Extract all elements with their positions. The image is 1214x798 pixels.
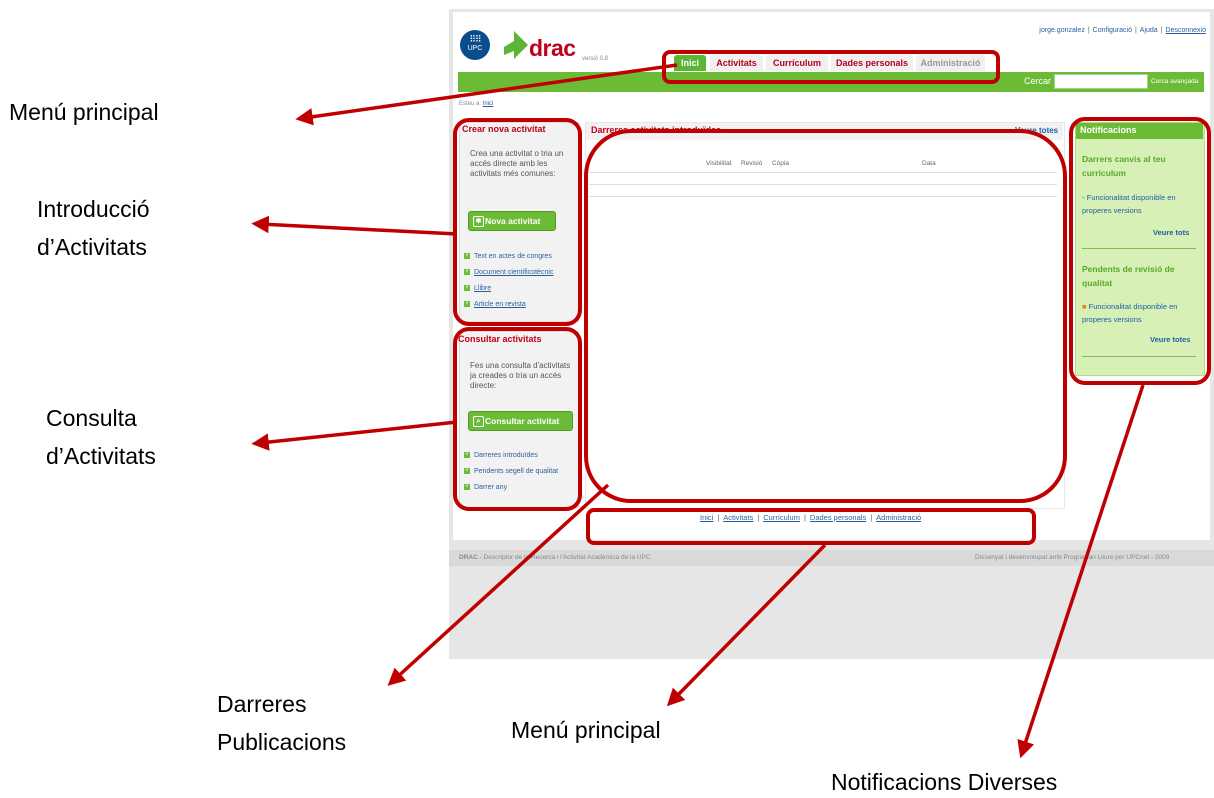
arrow-darreres	[387, 483, 610, 686]
label-introduccio-2: d’Activitats	[37, 234, 147, 260]
label-darreres-1: Darreres	[217, 691, 307, 717]
label-introduccio-1: Introducció	[37, 196, 150, 222]
annotation-overlay	[251, 50, 1211, 759]
arrow-intro	[251, 215, 458, 236]
label-consulta-1: Consulta	[46, 405, 137, 431]
arrow-menu-top	[295, 63, 678, 126]
label-darreres-2: Publicacions	[217, 729, 347, 755]
arrow-menu-bottom	[666, 543, 827, 707]
label-notificacions: Notificacions Diverses	[831, 769, 1058, 795]
notif-outline	[1069, 117, 1211, 385]
recent-outline	[584, 129, 1067, 503]
arrow-notif	[1017, 384, 1145, 759]
label-menu-principal-bottom: Menú principal	[511, 717, 661, 743]
label-consulta-2: d’Activitats	[46, 443, 156, 469]
intro-outline	[453, 118, 582, 326]
label-menu-principal-top: Menú principal	[9, 99, 159, 125]
arrow-consulta	[251, 420, 458, 451]
consulta-outline	[453, 327, 582, 511]
menu-bottom-outline	[586, 508, 1036, 545]
menu-top-outline	[662, 50, 1000, 84]
